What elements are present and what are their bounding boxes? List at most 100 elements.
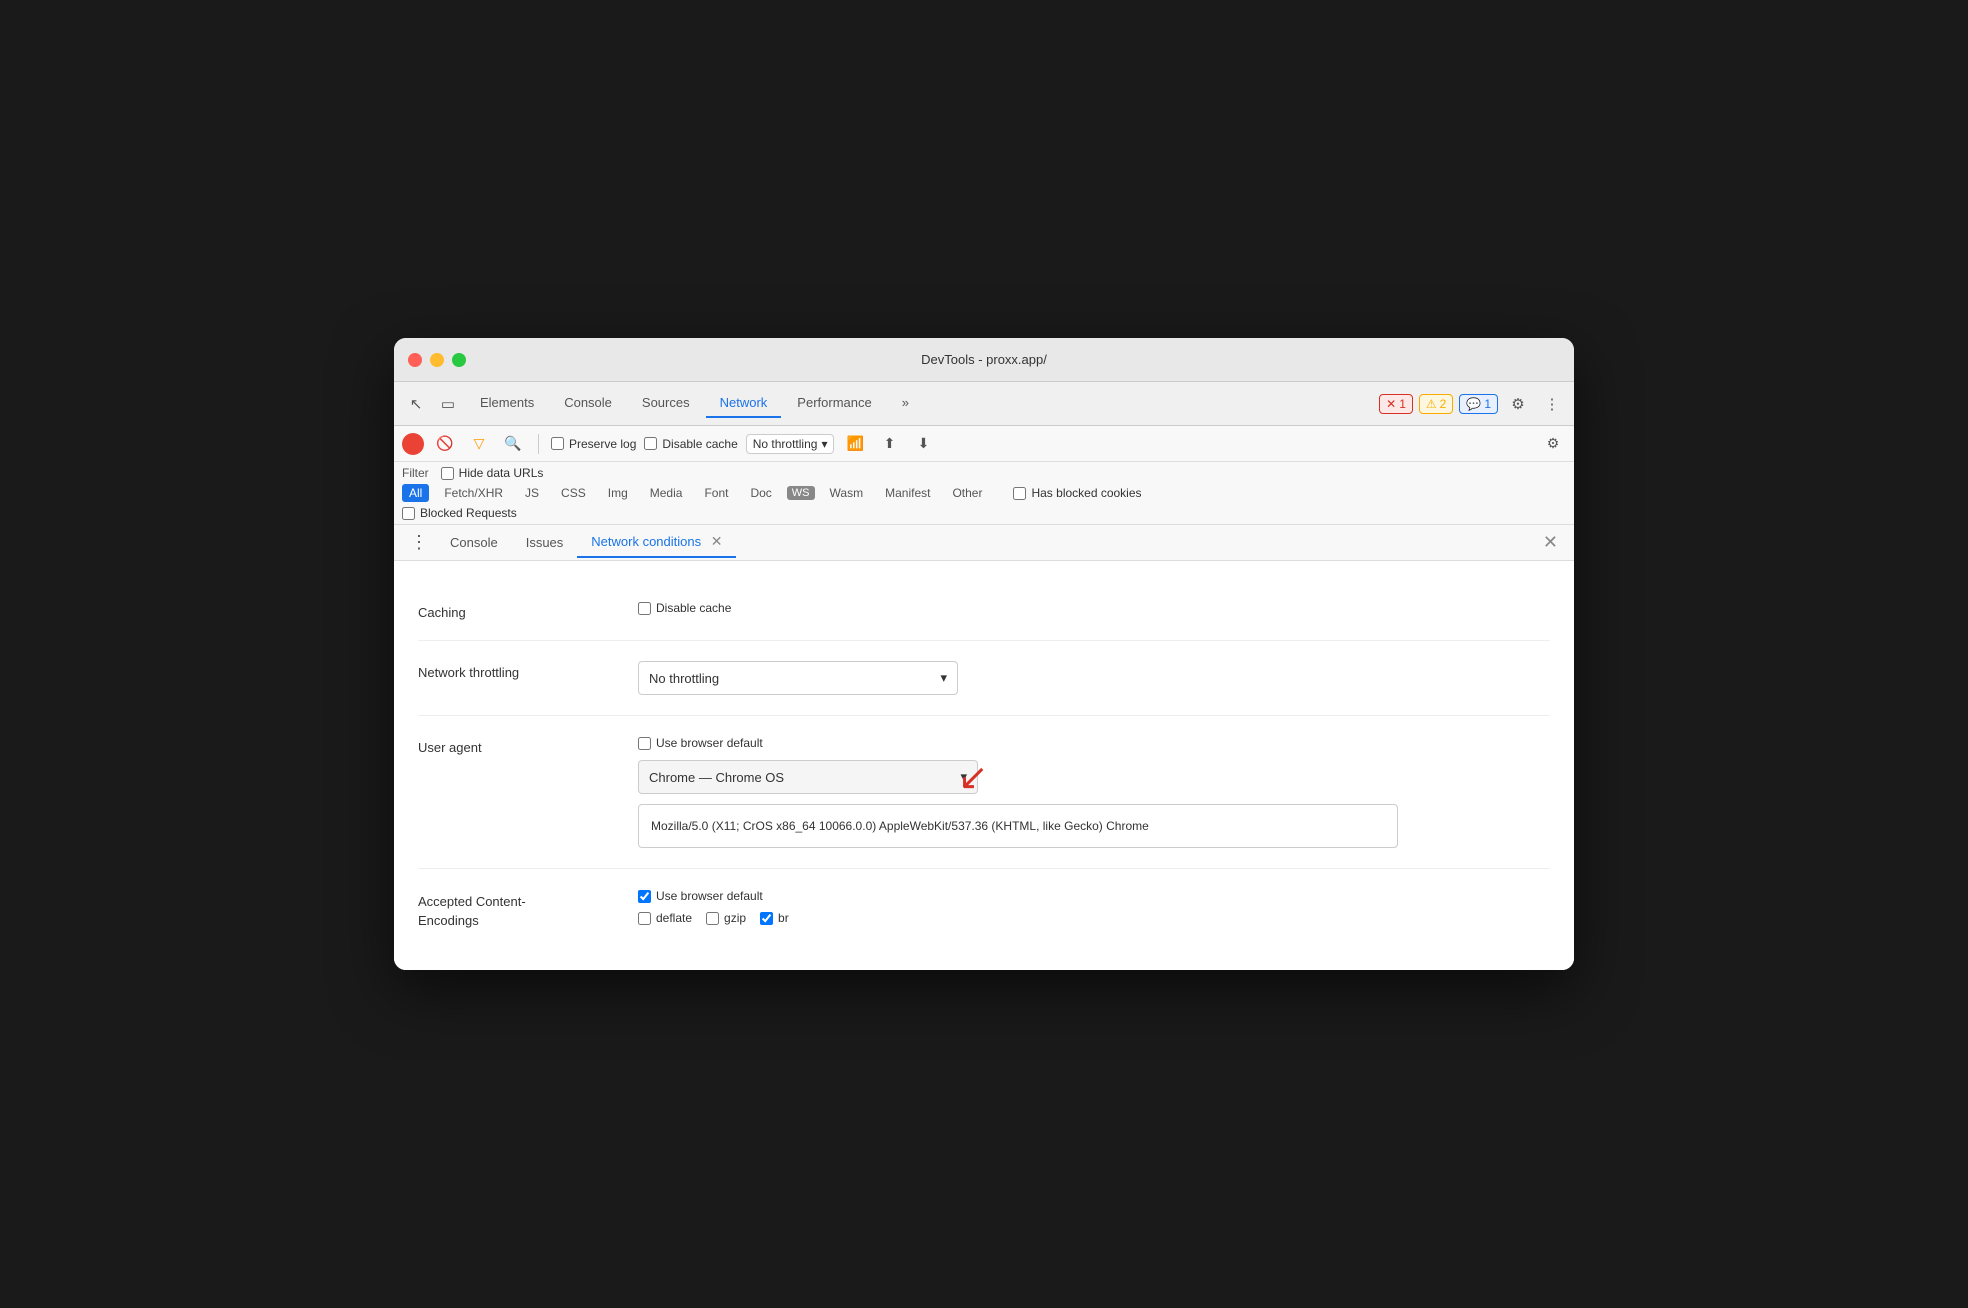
tab-menu-icon[interactable]: ⋮ bbox=[402, 532, 436, 553]
filter-icon[interactable]: ▽ bbox=[466, 431, 492, 457]
tab-elements[interactable]: Elements bbox=[466, 389, 548, 418]
deflate-label[interactable]: deflate bbox=[638, 911, 692, 925]
filter-wasm[interactable]: Wasm bbox=[823, 484, 871, 502]
filter-css[interactable]: CSS bbox=[554, 484, 593, 502]
caching-row: Caching Disable cache bbox=[418, 581, 1550, 641]
tab-console-bottom[interactable]: Console bbox=[436, 529, 512, 556]
filter-fetch-xhr[interactable]: Fetch/XHR bbox=[437, 484, 510, 502]
filter-media[interactable]: Media bbox=[643, 484, 690, 502]
gzip-text: gzip bbox=[724, 911, 746, 925]
filter-doc[interactable]: Doc bbox=[743, 484, 778, 502]
br-label[interactable]: br bbox=[760, 911, 789, 925]
tab-close-icon[interactable]: ✕ bbox=[711, 533, 723, 549]
tab-console[interactable]: Console bbox=[550, 389, 626, 418]
preserve-log-label[interactable]: Preserve log bbox=[551, 437, 636, 451]
info-badge[interactable]: 💬 1 bbox=[1459, 394, 1498, 414]
filter-js[interactable]: JS bbox=[518, 484, 546, 502]
network-conditions-label: Network conditions bbox=[591, 534, 701, 549]
filter-label: Filter bbox=[402, 466, 429, 480]
throttle-dropdown-value: No throttling bbox=[649, 671, 719, 686]
disable-cache-checkbox[interactable] bbox=[644, 437, 657, 450]
cursor-icon[interactable]: ↖ bbox=[402, 390, 430, 418]
filter-bar: Filter Hide data URLs All Fetch/XHR JS C… bbox=[394, 462, 1574, 525]
window-title: DevTools - proxx.app/ bbox=[921, 352, 1047, 367]
settings-icon[interactable]: ⚙ bbox=[1504, 390, 1532, 418]
use-browser-default-label[interactable]: Use browser default bbox=[638, 736, 1550, 750]
search-icon[interactable]: 🔍 bbox=[500, 431, 526, 457]
encodings-browser-default-text: Use browser default bbox=[656, 889, 763, 903]
disable-cache-text: Disable cache bbox=[662, 437, 737, 451]
blocked-requests-label[interactable]: Blocked Requests bbox=[402, 506, 517, 520]
caching-label: Caching bbox=[418, 601, 598, 620]
devtools-window: DevTools - proxx.app/ ↖ ▭ Elements Conso… bbox=[394, 338, 1574, 969]
ua-dropdown[interactable]: Chrome — Chrome OS ▾ bbox=[638, 760, 978, 794]
close-panel-icon[interactable]: ✕ bbox=[1535, 532, 1566, 553]
preserve-log-checkbox[interactable] bbox=[551, 437, 564, 450]
has-blocked-cookies-text: Has blocked cookies bbox=[1031, 486, 1141, 500]
conditions-panel: Caching Disable cache Network throttling… bbox=[394, 561, 1574, 969]
disable-cache-caching-checkbox[interactable] bbox=[638, 602, 651, 615]
error-badge[interactable]: ✕ 1 bbox=[1379, 394, 1413, 414]
main-tab-nav: Elements Console Sources Network Perform… bbox=[466, 389, 1375, 418]
encoding-options: deflate gzip br bbox=[638, 911, 789, 925]
minimize-button[interactable] bbox=[430, 353, 444, 367]
main-toolbar: ↖ ▭ Elements Console Sources Network Per… bbox=[394, 382, 1574, 426]
blocked-requests-text: Blocked Requests bbox=[420, 506, 517, 520]
encodings-label: Accepted Content- Encodings bbox=[418, 889, 598, 929]
user-agent-row: User agent Use browser default Chrome — … bbox=[418, 716, 1550, 869]
tab-more[interactable]: » bbox=[888, 389, 923, 418]
throttle-select[interactable]: No throttling ▾ bbox=[746, 434, 835, 454]
filter-row-3: Blocked Requests bbox=[402, 506, 1566, 520]
encodings-label-text: Accepted Content- Encodings bbox=[418, 894, 526, 927]
network-settings-icon[interactable]: ⚙ bbox=[1540, 431, 1566, 457]
filter-font[interactable]: Font bbox=[697, 484, 735, 502]
gzip-checkbox[interactable] bbox=[706, 912, 719, 925]
tab-network-conditions[interactable]: Network conditions ✕ bbox=[577, 527, 736, 558]
filter-row-1: Filter Hide data URLs bbox=[402, 466, 1566, 480]
tab-issues-bottom[interactable]: Issues bbox=[512, 529, 578, 556]
throttling-row: Network throttling No throttling ▾ bbox=[418, 641, 1550, 716]
filter-img[interactable]: Img bbox=[601, 484, 635, 502]
deflate-checkbox[interactable] bbox=[638, 912, 651, 925]
wifi-settings-icon[interactable]: 📶 bbox=[842, 431, 868, 457]
clear-icon[interactable]: 🚫 bbox=[432, 431, 458, 457]
blocked-requests-checkbox[interactable] bbox=[402, 507, 415, 520]
more-options-icon[interactable]: ⋮ bbox=[1538, 390, 1566, 418]
tab-sources[interactable]: Sources bbox=[628, 389, 704, 418]
ua-dropdown-value: Chrome — Chrome OS bbox=[649, 770, 784, 785]
gzip-label[interactable]: gzip bbox=[706, 911, 746, 925]
has-blocked-cookies-label[interactable]: Has blocked cookies bbox=[1013, 486, 1141, 500]
throttle-value: No throttling bbox=[753, 437, 818, 451]
hide-data-urls-text: Hide data URLs bbox=[459, 466, 544, 480]
encodings-browser-default-checkbox[interactable] bbox=[638, 890, 651, 903]
encodings-browser-default-label[interactable]: Use browser default bbox=[638, 889, 789, 903]
use-browser-default-checkbox[interactable] bbox=[638, 737, 651, 750]
encodings-control: Use browser default deflate gzip bbox=[638, 889, 789, 925]
br-text: br bbox=[778, 911, 789, 925]
has-blocked-cookies-checkbox[interactable] bbox=[1013, 487, 1026, 500]
tab-performance[interactable]: Performance bbox=[783, 389, 885, 418]
upload-icon[interactable]: ⬆ bbox=[876, 431, 902, 457]
filter-all[interactable]: All bbox=[402, 484, 429, 502]
download-icon[interactable]: ⬇ bbox=[910, 431, 936, 457]
disable-cache-caching-label[interactable]: Disable cache bbox=[638, 601, 1550, 615]
warning-count: 2 bbox=[1440, 397, 1447, 411]
record-button[interactable] bbox=[402, 433, 424, 455]
hide-data-urls-checkbox[interactable] bbox=[441, 467, 454, 480]
title-bar: DevTools - proxx.app/ bbox=[394, 338, 1574, 382]
filter-manifest[interactable]: Manifest bbox=[878, 484, 937, 502]
tab-network[interactable]: Network bbox=[706, 389, 782, 418]
filter-ws[interactable]: WS bbox=[787, 486, 815, 500]
device-icon[interactable]: ▭ bbox=[434, 390, 462, 418]
caching-control: Disable cache bbox=[638, 601, 1550, 615]
ua-string-box: Mozilla/5.0 (X11; CrOS x86_64 10066.0.0)… bbox=[638, 804, 1398, 848]
hide-data-urls-label[interactable]: Hide data URLs bbox=[441, 466, 544, 480]
close-button[interactable] bbox=[408, 353, 422, 367]
filter-other[interactable]: Other bbox=[945, 484, 989, 502]
encodings-row: Accepted Content- Encodings Use browser … bbox=[418, 869, 1550, 949]
maximize-button[interactable] bbox=[452, 353, 466, 367]
throttle-dropdown[interactable]: No throttling ▾ bbox=[638, 661, 958, 695]
warning-badge[interactable]: ⚠ 2 bbox=[1419, 394, 1453, 414]
disable-cache-label[interactable]: Disable cache bbox=[644, 437, 737, 451]
br-checkbox[interactable] bbox=[760, 912, 773, 925]
